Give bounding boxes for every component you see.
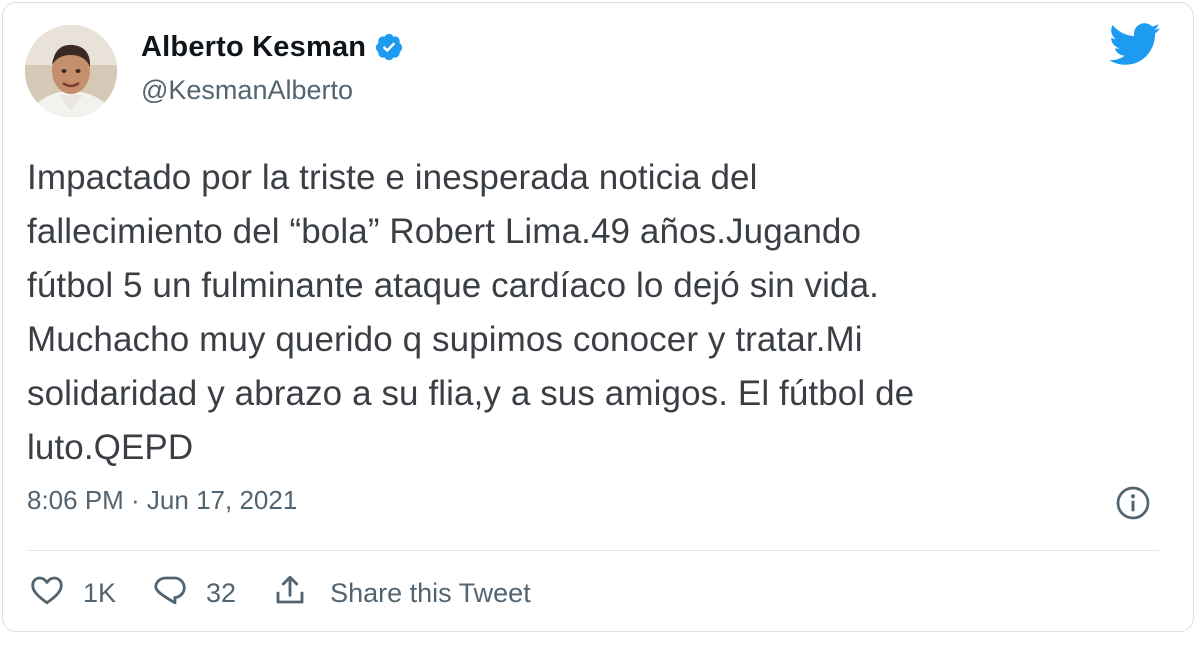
reply-count: 32: [206, 577, 237, 608]
heart-icon: [29, 572, 65, 615]
author-row: Alberto Kesman: [141, 29, 404, 65]
tweet-actions: 1K 32 Share this Tweet: [29, 571, 567, 615]
author-name[interactable]: Alberto Kesman: [141, 31, 366, 64]
tweet-card: Alberto Kesman @KesmanAlberto Impactado …: [2, 2, 1194, 632]
avatar[interactable]: [25, 25, 117, 117]
twitter-bird-icon[interactable]: [1107, 21, 1161, 67]
share-button[interactable]: Share this Tweet: [272, 572, 531, 615]
divider: [27, 550, 1159, 551]
reply-icon: [152, 572, 188, 615]
share-icon: [272, 572, 308, 615]
share-label: Share this Tweet: [330, 577, 531, 608]
reply-button[interactable]: 32: [152, 572, 236, 615]
tweet-timestamp[interactable]: 8:06 PM · Jun 17, 2021: [27, 485, 297, 516]
info-icon[interactable]: [1115, 485, 1151, 521]
like-count: 1K: [83, 577, 117, 608]
tweet-text: Impactado por la triste e inesperada not…: [27, 158, 915, 467]
verified-badge-icon: [374, 32, 404, 62]
like-button[interactable]: 1K: [29, 572, 116, 615]
author-handle[interactable]: @KesmanAlberto: [141, 75, 353, 106]
